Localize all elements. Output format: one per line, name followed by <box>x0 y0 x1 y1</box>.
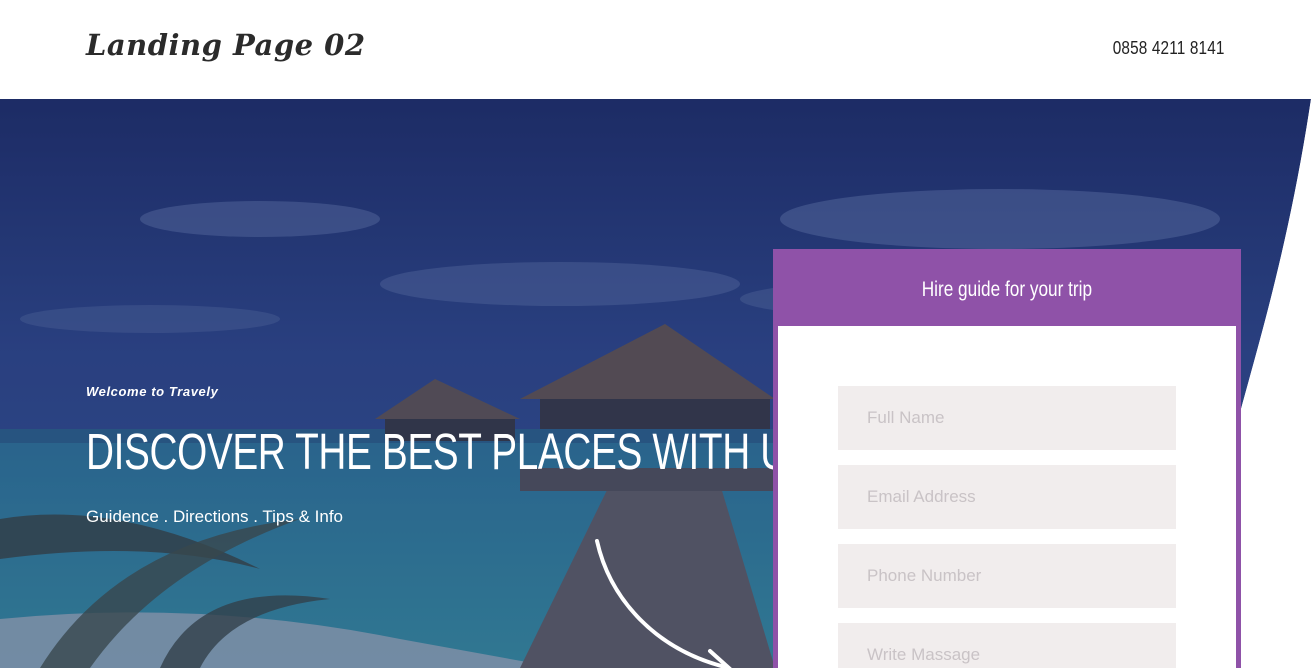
message-input[interactable] <box>838 623 1176 668</box>
welcome-text: Welcome to Travely <box>86 384 219 399</box>
form-body <box>778 326 1236 668</box>
hero-headline: DISCOVER THE BEST PLACES WITH US <box>86 423 814 480</box>
logo[interactable]: Landing Page 02 <box>86 28 366 62</box>
full-name-input[interactable] <box>838 386 1176 450</box>
hero-section: Welcome to Travely DISCOVER THE BEST PLA… <box>0 99 1311 668</box>
hire-guide-form: Hire guide for your trip <box>773 249 1241 668</box>
form-title: Hire guide for your trip <box>921 278 1093 301</box>
phone-number[interactable]: 0858 4211 8141 <box>1113 38 1225 59</box>
hero-tagline: Guidence . Directions . Tips & Info <box>86 507 344 526</box>
curved-arrow-icon <box>595 539 732 668</box>
site-header: Landing Page 02 0858 4211 8141 <box>0 0 1311 99</box>
email-input[interactable] <box>838 465 1176 529</box>
phone-input[interactable] <box>838 544 1176 608</box>
